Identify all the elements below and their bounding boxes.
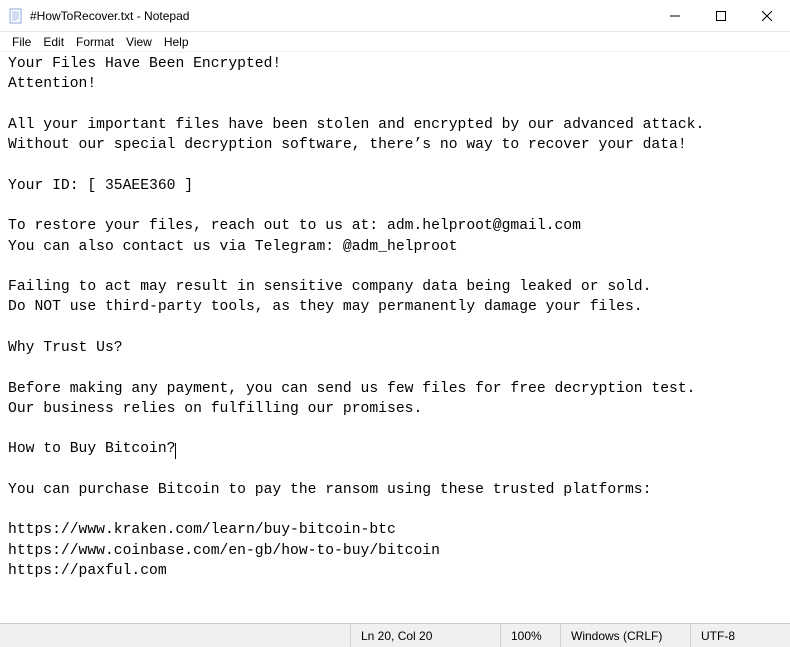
status-encoding: UTF-8 xyxy=(690,624,790,647)
menu-edit[interactable]: Edit xyxy=(37,34,70,50)
status-line-ending: Windows (CRLF) xyxy=(560,624,690,647)
menu-help[interactable]: Help xyxy=(158,34,195,50)
menu-format[interactable]: Format xyxy=(70,34,120,50)
statusbar: Ln 20, Col 20 100% Windows (CRLF) UTF-8 xyxy=(0,623,790,647)
status-position: Ln 20, Col 20 xyxy=(350,624,500,647)
status-spacer xyxy=(0,624,350,647)
menu-view[interactable]: View xyxy=(120,34,158,50)
editor-text-after: You can purchase Bitcoin to pay the rans… xyxy=(8,482,651,579)
status-zoom: 100% xyxy=(500,624,560,647)
titlebar: #HowToRecover.txt - Notepad xyxy=(0,0,790,32)
menu-file[interactable]: File xyxy=(6,34,37,50)
notepad-icon xyxy=(8,8,24,24)
minimize-button[interactable] xyxy=(652,0,698,31)
text-cursor xyxy=(175,443,176,459)
text-editor[interactable]: Your Files Have Been Encrypted! Attentio… xyxy=(0,52,790,623)
window-controls xyxy=(652,0,790,31)
editor-text-before: Your Files Have Been Encrypted! Attentio… xyxy=(8,56,704,457)
window-title: #HowToRecover.txt - Notepad xyxy=(30,9,652,23)
close-button[interactable] xyxy=(744,0,790,31)
maximize-button[interactable] xyxy=(698,0,744,31)
menubar: File Edit Format View Help xyxy=(0,32,790,52)
